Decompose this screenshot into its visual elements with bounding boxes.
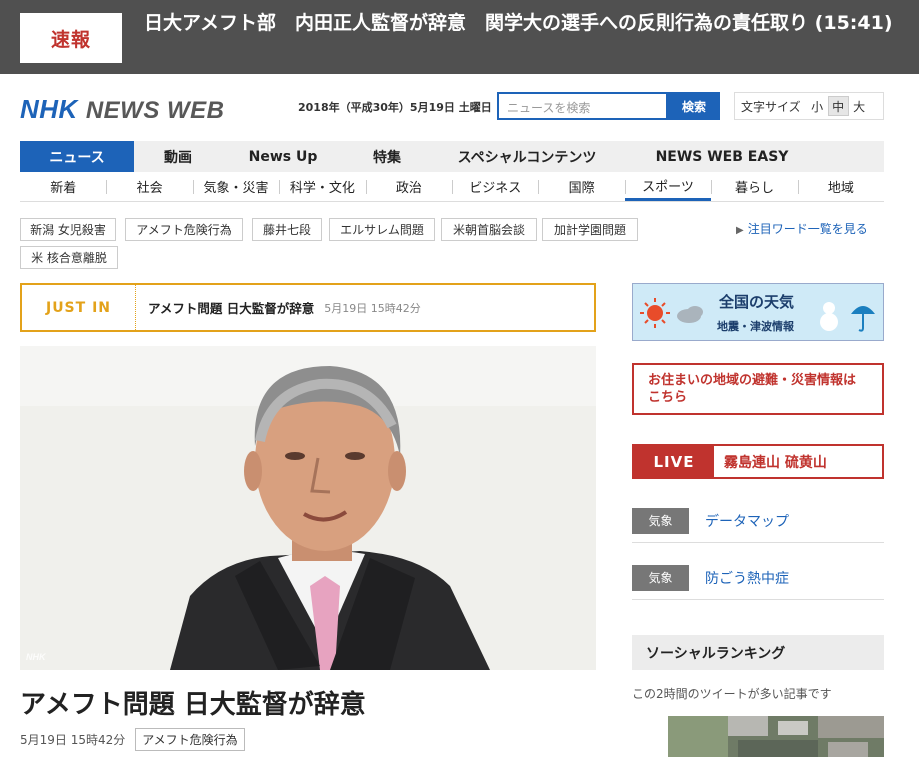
- photo-watermark: NHK: [26, 652, 46, 662]
- just-in-box[interactable]: JUST IN アメフト問題 日大監督が辞意 5月19日 15時42分: [20, 283, 596, 332]
- sub-nav-business[interactable]: ビジネス: [452, 172, 538, 201]
- article-title[interactable]: アメフト問題 日大監督が辞意: [20, 684, 366, 721]
- just-in-headline[interactable]: アメフト問題 日大監督が辞意: [148, 298, 314, 317]
- topic-tag[interactable]: 米朝首脳会談: [441, 218, 537, 241]
- main-nav-video[interactable]: 動画: [134, 141, 222, 172]
- article-meta: 5月19日 15時42分 アメフト危険行為: [20, 728, 245, 751]
- topic-tag[interactable]: アメフト危険行為: [125, 218, 243, 241]
- font-size-large[interactable]: 大: [849, 96, 870, 116]
- main-nav-news[interactable]: ニュース: [20, 141, 134, 172]
- main-nav-easy[interactable]: NEWS WEB EASY: [624, 141, 820, 172]
- live-text: 霧島連山 硫黄山: [724, 454, 827, 471]
- font-size-medium[interactable]: 中: [827, 96, 849, 116]
- link-text[interactable]: 防ごう熱中症: [705, 568, 789, 588]
- logo-newsweb: NEWS WEB: [85, 97, 225, 124]
- sub-nav-region[interactable]: 地域: [797, 172, 884, 201]
- font-size-selector: 文字サイズ 小 中 大: [734, 92, 884, 120]
- weather-datamap-link[interactable]: 気象 データマップ: [632, 499, 884, 543]
- ranking-thumbnail[interactable]: [668, 716, 884, 757]
- search-input[interactable]: ニュースを検索: [497, 92, 668, 120]
- category-label: 気象: [632, 564, 689, 591]
- topic-tag[interactable]: 藤井七段: [252, 218, 322, 241]
- just-in-time: 5月19日 15時42分: [324, 301, 421, 315]
- breaking-text[interactable]: 日大アメフト部 内田正人監督が辞意 関学大の選手への反則行為の責任取り (15:…: [144, 12, 904, 35]
- see-all-label: 注目ワード一覧を見る: [747, 222, 868, 236]
- search-button[interactable]: 検索: [668, 92, 720, 120]
- live-banner[interactable]: LIVE 霧島連山 硫黄山: [632, 444, 884, 479]
- logo-nhk: NHK: [20, 94, 78, 124]
- disaster-info-link[interactable]: お住まいの地域の避難・災害情報はこちら: [632, 363, 884, 415]
- social-ranking-subtitle: この2時間のツイートが多い記事です: [632, 687, 832, 701]
- font-size-label: 文字サイズ: [741, 99, 801, 114]
- heatstroke-link[interactable]: 気象 防ごう熱中症: [632, 556, 884, 600]
- weather-subtitle: 地震・津波情報: [717, 320, 794, 333]
- weather-banner[interactable]: 全国の天気 地震・津波情報: [632, 283, 884, 341]
- just-in-label: JUST IN: [22, 285, 136, 330]
- topic-tag[interactable]: 米 核合意離脱: [20, 246, 118, 269]
- main-nav-features[interactable]: 特集: [344, 141, 430, 172]
- topic-tag[interactable]: 加計学園問題: [542, 218, 638, 241]
- sub-nav-life[interactable]: 暮らし: [711, 172, 797, 201]
- person-photo-illustration: [20, 346, 596, 670]
- sub-nav-latest[interactable]: 新着: [20, 172, 106, 201]
- breaking-badge: 速報: [20, 13, 122, 63]
- main-nav: ニュース 動画 News Up 特集 スペシャルコンテンツ NEWS WEB E…: [20, 141, 884, 172]
- sub-nav-weather[interactable]: 気象・災害: [192, 172, 279, 201]
- sub-nav-international[interactable]: 国際: [538, 172, 624, 201]
- nhk-news-web-logo[interactable]: NHK NEWS WEB: [20, 94, 225, 125]
- topic-tag[interactable]: エルサレム問題: [329, 218, 435, 241]
- sub-nav-society[interactable]: 社会: [106, 172, 192, 201]
- link-text[interactable]: データマップ: [705, 511, 789, 531]
- breaking-news-bar[interactable]: 速報 日大アメフト部 内田正人監督が辞意 関学大の選手への反則行為の責任取り (…: [0, 0, 919, 74]
- see-all-keywords-link[interactable]: ▶ 注目ワード一覧を見る: [736, 220, 868, 237]
- current-date: 2018年（平成30年）5月19日 土曜日: [298, 101, 492, 114]
- main-nav-special[interactable]: スペシャルコンテンツ: [430, 141, 624, 172]
- sub-nav-politics[interactable]: 政治: [365, 172, 452, 201]
- article-photo[interactable]: NHK: [20, 346, 596, 670]
- social-ranking-header: ソーシャルランキング: [632, 635, 884, 670]
- article-time: 5月19日 15時42分: [20, 733, 126, 747]
- category-label: 気象: [632, 507, 689, 534]
- triangle-right-icon: ▶: [736, 225, 744, 236]
- aerial-photo-illustration: [668, 716, 884, 757]
- main-nav-newsup[interactable]: News Up: [222, 141, 344, 172]
- sub-nav: 新着 社会 気象・災害 科学・文化 政治 ビジネス 国際 スポーツ 暮らし 地域: [20, 172, 884, 202]
- font-size-small[interactable]: 小: [807, 96, 828, 116]
- weather-title: 全国の天気: [719, 293, 795, 311]
- live-label: LIVE: [634, 446, 714, 477]
- sub-nav-science[interactable]: 科学・文化: [279, 172, 365, 201]
- topic-tag[interactable]: 新潟 女児殺害: [20, 218, 116, 241]
- sub-nav-sports[interactable]: スポーツ: [624, 172, 712, 201]
- article-tag[interactable]: アメフト危険行為: [135, 728, 245, 751]
